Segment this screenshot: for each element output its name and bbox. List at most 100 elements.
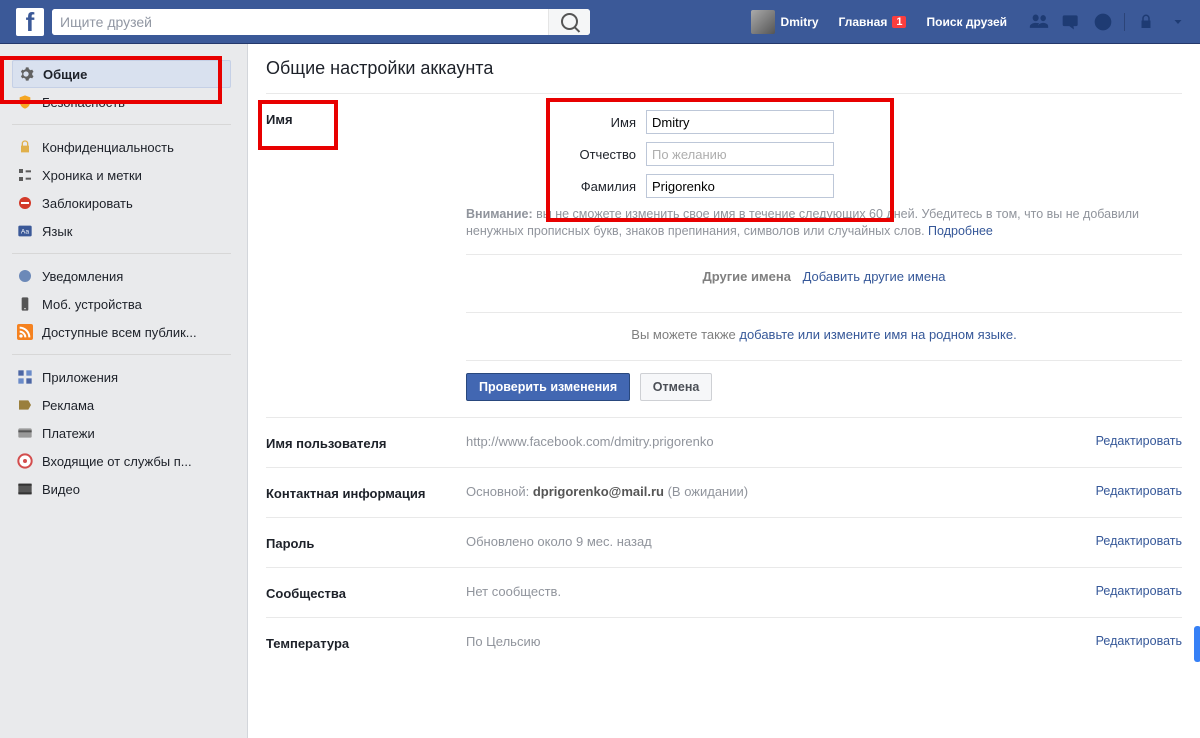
add-other-names-link[interactable]: Добавить другие имена — [803, 269, 946, 284]
video-icon — [16, 480, 34, 498]
sidebar-item-payments[interactable]: Платежи — [12, 419, 231, 447]
native-prefix: Вы можете также — [631, 327, 739, 342]
temperature-value: По Цельсию — [466, 634, 1062, 651]
last-name-input[interactable] — [646, 174, 834, 198]
edit-temperature-link[interactable]: Редактировать — [1062, 634, 1182, 651]
row-label-networks: Сообщества — [266, 584, 466, 601]
sidebar-item-blocking[interactable]: Заблокировать — [12, 189, 231, 217]
profile-link[interactable]: Dmitry — [741, 0, 829, 43]
row-temperature: Температура По Цельсию Редактировать — [266, 617, 1182, 667]
sidebar-item-label: Реклама — [42, 398, 94, 413]
first-name-label: Имя — [466, 115, 636, 130]
warning-bold: Внимание: — [466, 207, 533, 221]
row-label-username: Имя пользователя — [266, 434, 466, 451]
timeline-icon — [16, 166, 34, 184]
apps-icon — [16, 368, 34, 386]
page-title: Общие настройки аккаунта — [266, 58, 1182, 93]
profile-name: Dmitry — [781, 15, 819, 29]
gear-icon — [17, 65, 35, 83]
native-name-link[interactable]: добавьте или измените имя на родном язык… — [739, 327, 1016, 342]
ads-icon — [16, 396, 34, 414]
privacy-shortcut-icon[interactable] — [1133, 10, 1159, 34]
password-value: Обновлено около 9 мес. назад — [466, 534, 1062, 551]
contact-email: dprigorenko@mail.ru — [533, 484, 664, 499]
sidebar-item-timeline[interactable]: Хроника и метки — [12, 161, 231, 189]
row-name: Имя Имя Отчество Фамилия Внимание: вы не… — [266, 93, 1182, 417]
search-button[interactable] — [548, 9, 590, 35]
home-link[interactable]: Главная 1 — [829, 0, 917, 43]
row-label-password: Пароль — [266, 534, 466, 551]
review-changes-button[interactable]: Проверить изменения — [466, 373, 630, 401]
rss-icon — [16, 323, 34, 341]
home-label: Главная — [839, 15, 888, 29]
contact-prefix: Основной: — [466, 484, 533, 499]
sidebar-item-mobile[interactable]: Моб. устройства — [12, 290, 231, 318]
sidebar-item-apps[interactable]: Приложения — [12, 363, 231, 391]
dropdown-arrow-icon[interactable] — [1165, 10, 1191, 34]
sidebar-item-label: Приложения — [42, 370, 118, 385]
networks-value: Нет сообществ. — [466, 584, 1062, 601]
sidebar-item-security[interactable]: Безопасность — [12, 88, 231, 116]
sidebar-item-label: Язык — [42, 224, 72, 239]
sidebar-item-label: Заблокировать — [42, 196, 133, 211]
friend-requests-icon[interactable] — [1026, 10, 1052, 34]
lock-icon — [16, 138, 34, 156]
sidebar-item-general[interactable]: Общие — [12, 60, 231, 88]
sidebar-item-label: Общие — [43, 67, 87, 82]
search-input[interactable] — [52, 9, 548, 35]
contact-suffix: (В ожидании) — [664, 484, 748, 499]
middle-name-input[interactable] — [646, 142, 834, 166]
sidebar-item-ads[interactable]: Реклама — [12, 391, 231, 419]
shield-icon — [16, 93, 34, 111]
username-value: http://www.facebook.com/dmitry.prigorenk… — [466, 434, 1062, 451]
scroll-accent — [1194, 626, 1200, 662]
other-names-label: Другие имена — [703, 269, 791, 284]
row-contact: Контактная информация Основной: dprigore… — [266, 467, 1182, 517]
native-name-section: Вы можете также добавьте или измените им… — [466, 312, 1182, 356]
top-icons — [1017, 10, 1200, 34]
warning-text: вы не сможете изменить свое имя в течени… — [466, 207, 1139, 238]
learn-more-link[interactable]: Подробнее — [928, 224, 993, 238]
support-icon — [16, 452, 34, 470]
edit-networks-link[interactable]: Редактировать — [1062, 584, 1182, 601]
edit-contact-link[interactable]: Редактировать — [1062, 484, 1182, 501]
find-friends-link[interactable]: Поиск друзей — [916, 0, 1017, 43]
sidebar-item-label: Хроника и метки — [42, 168, 142, 183]
edit-password-link[interactable]: Редактировать — [1062, 534, 1182, 551]
sidebar-item-videos[interactable]: Видео — [12, 475, 231, 503]
middle-name-label: Отчество — [466, 147, 636, 162]
row-label-temperature: Температура — [266, 634, 466, 651]
cancel-button[interactable]: Отмена — [640, 373, 713, 401]
card-icon — [16, 424, 34, 442]
globe-icon — [16, 267, 34, 285]
row-password: Пароль Обновлено около 9 мес. назад Реда… — [266, 517, 1182, 567]
name-warning: Внимание: вы не сможете изменить свое им… — [466, 206, 1182, 240]
home-badge: 1 — [892, 16, 906, 28]
sidebar-item-support-inbox[interactable]: Входящие от службы п... — [12, 447, 231, 475]
sidebar-item-privacy[interactable]: Конфиденциальность — [12, 133, 231, 161]
sidebar-item-label: Доступные всем публик... — [42, 325, 197, 340]
sidebar-item-followers[interactable]: Доступные всем публик... — [12, 318, 231, 346]
sidebar-item-label: Конфиденциальность — [42, 140, 174, 155]
name-editor: Имя Отчество Фамилия Внимание: вы не смо… — [466, 110, 1182, 401]
lang-icon: Aa — [16, 222, 34, 240]
sidebar-item-label: Видео — [42, 482, 80, 497]
other-names-section: Другие имена Добавить другие имена — [466, 254, 1182, 298]
row-label-name: Имя — [266, 110, 466, 127]
search-icon — [561, 13, 578, 30]
facebook-logo[interactable]: f — [16, 8, 44, 36]
notifications-icon[interactable] — [1090, 10, 1116, 34]
nav-right: Dmitry Главная 1 Поиск друзей — [741, 0, 1200, 43]
messages-icon[interactable] — [1058, 10, 1084, 34]
sidebar: Общие Безопасность Конфиденциальность Хр… — [0, 44, 231, 519]
row-username: Имя пользователя http://www.facebook.com… — [266, 417, 1182, 467]
topbar: f Dmitry Главная 1 Поиск друзей — [0, 0, 1200, 44]
row-networks: Сообщества Нет сообществ. Редактировать — [266, 567, 1182, 617]
block-icon — [16, 194, 34, 212]
avatar — [751, 10, 775, 34]
sidebar-item-label: Уведомления — [42, 269, 123, 284]
sidebar-item-notifications[interactable]: Уведомления — [12, 262, 231, 290]
edit-username-link[interactable]: Редактировать — [1062, 434, 1182, 451]
sidebar-item-language[interactable]: Aa Язык — [12, 217, 231, 245]
first-name-input[interactable] — [646, 110, 834, 134]
